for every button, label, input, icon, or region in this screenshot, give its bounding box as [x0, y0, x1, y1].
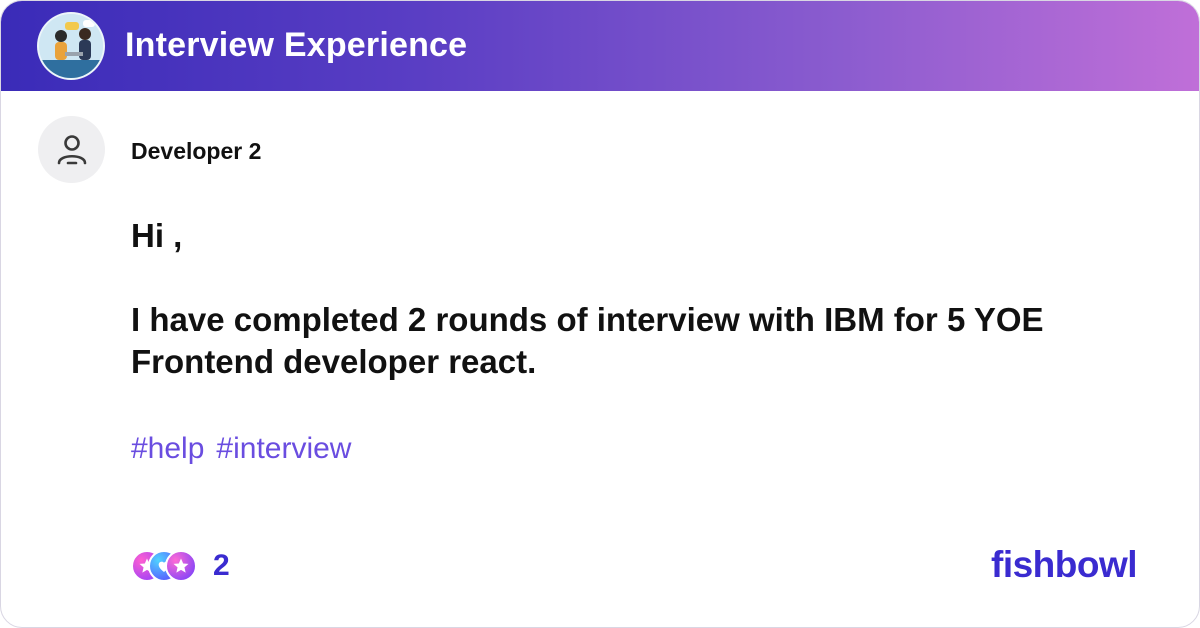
post-text: I have completed 2 rounds of interview w…: [131, 301, 1044, 380]
group-avatar[interactable]: [37, 12, 105, 80]
reaction-icon-stack: [131, 550, 197, 582]
avatar[interactable]: [38, 116, 105, 183]
post-body: Hi , I have completed 2 rounds of interv…: [131, 215, 1131, 383]
post-card: Interview Experience Developer 2 Hi , I …: [0, 0, 1200, 628]
tag-help[interactable]: #help: [131, 431, 204, 467]
author-name[interactable]: Developer 2: [131, 138, 261, 164]
tag-list: #help #interview: [131, 431, 351, 467]
person-icon: [57, 134, 86, 164]
header-bar: Interview Experience: [1, 1, 1199, 91]
reaction-count: 2: [213, 549, 230, 582]
post-greeting: Hi ,: [131, 217, 183, 254]
reactions-summary[interactable]: 2: [131, 548, 230, 584]
fishbowl-logo[interactable]: fishbowl: [991, 543, 1138, 587]
tag-interview[interactable]: #interview: [216, 431, 351, 467]
page-title: Interview Experience: [125, 26, 468, 64]
people-meeting-illustration-icon: [39, 14, 103, 78]
star-reaction-icon: [165, 550, 197, 582]
